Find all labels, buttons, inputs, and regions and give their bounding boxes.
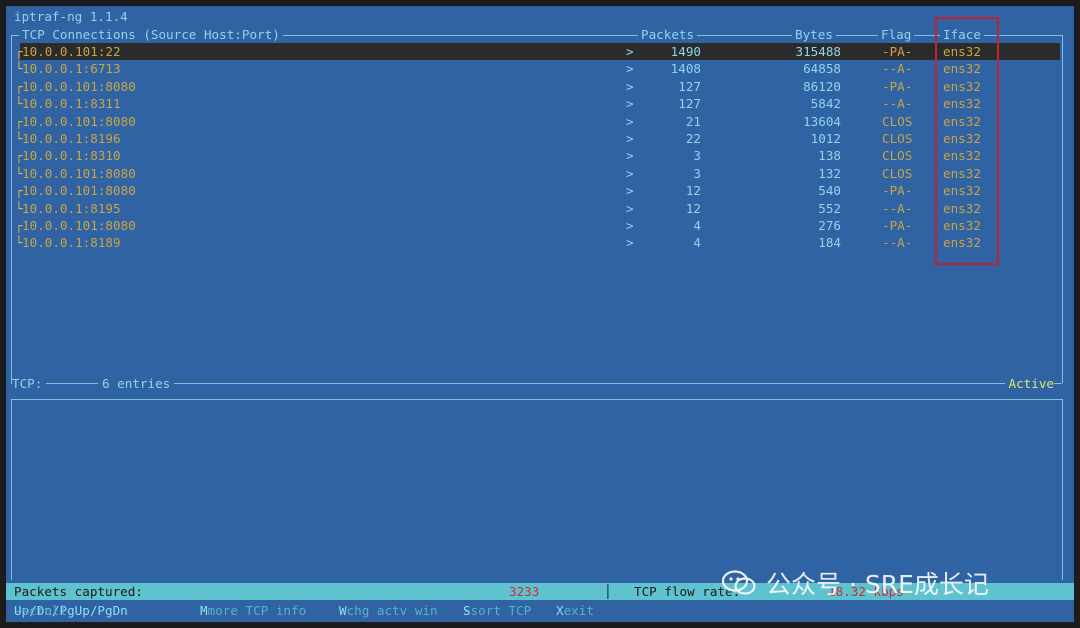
tcp-flag: -PA- — [882, 78, 913, 94]
table-row[interactable]: ┌ 10.0.0.101:8080 >21 13604 CLOS ens32 — [6, 113, 1074, 130]
packets-count: 127 — [678, 96, 701, 112]
packets-count: 4 — [693, 235, 701, 251]
tcp-flag: CLOS — [882, 165, 913, 181]
direction-indicator: > — [626, 113, 634, 129]
tcp-flag: --A- — [882, 200, 913, 216]
key-description: -exit — [556, 603, 594, 618]
tcp-flag: -PA- — [882, 217, 913, 233]
table-row[interactable]: ┌ 10.0.0.101:8080 >127 86120 -PA-ens32 — [6, 78, 1074, 95]
packets-captured-value: 3233 — [509, 584, 540, 599]
header-connections: TCP Connections (Source Host:Port) — [19, 26, 283, 44]
direction-indicator: > — [626, 44, 634, 59]
packets-count: 22 — [685, 130, 701, 146]
host-port: 10.0.0.101:22 — [22, 44, 121, 59]
connection-list: ┌ 10.0.0.101:22 >1490 315488 -PA-ens32 └ 10.0… — [6, 43, 1074, 252]
bytes-count: 13604 — [803, 113, 841, 129]
table-row[interactable]: └ 10.0.0.1:8195 >12 552 --A-ens32 — [6, 200, 1074, 217]
table-row[interactable]: └ 10.0.0.1:6713 >1408 64858 --A-ens32 — [6, 60, 1074, 77]
host-port: 10.0.0.101:8080 — [22, 78, 136, 94]
lower-box-right-border — [1062, 399, 1063, 580]
tcp-flag: CLOS — [882, 113, 913, 129]
iface-highlight-box — [935, 17, 999, 265]
tcp-flag: CLOS — [882, 130, 913, 146]
direction-indicator: > — [626, 78, 634, 94]
tcp-flag: CLOS — [882, 148, 913, 164]
key-description: -sort TCP — [463, 603, 532, 618]
terminal-window: iptraf-ng 1.1.4 TCP Connections (Source … — [6, 6, 1074, 622]
host-port: 10.0.0.1:8195 — [22, 200, 121, 216]
packets-count: 127 — [678, 78, 701, 94]
host-port: 10.0.0.1:8189 — [22, 235, 121, 251]
key-help-bar: Up/Dn/PgUp/PgDn -scroll M -more TCP info W… — [6, 600, 1074, 618]
tcp-flag: -PA- — [882, 44, 913, 59]
tcp-flag: --A- — [882, 235, 913, 251]
host-port: 10.0.0.101:8080 — [22, 165, 136, 181]
host-port: 10.0.0.1:8196 — [22, 130, 121, 146]
direction-indicator: > — [626, 96, 634, 112]
watermark-text: 公众号 · SRE成长记 — [766, 570, 989, 599]
direction-indicator: > — [626, 217, 634, 233]
bytes-count: 5842 — [810, 96, 841, 112]
tcp-flag: -PA- — [882, 183, 913, 199]
screenshot-frame: iptraf-ng 1.1.4 TCP Connections (Source … — [0, 0, 1080, 628]
packets-captured-label: Packets captured: — [14, 584, 143, 599]
bytes-count: 64858 — [803, 61, 841, 77]
bytes-count: 138 — [818, 148, 841, 164]
table-row[interactable]: └ 10.0.0.1:8311 >127 5842 --A-ens32 — [6, 95, 1074, 112]
wechat-icon — [721, 570, 756, 596]
direction-indicator: > — [626, 183, 634, 199]
bytes-count: 540 — [818, 183, 841, 199]
direction-indicator: > — [626, 235, 634, 251]
bytes-count: 86120 — [803, 78, 841, 94]
counter-separator: │ — [604, 584, 612, 599]
table-row[interactable]: ┌ 10.0.0.1:8310 >3 138 CLOS ens32 — [6, 147, 1074, 164]
table-row[interactable]: ┌ 10.0.0.101:22 >1490 315488 -PA-ens32 — [6, 43, 1074, 61]
packets-count: 3 — [693, 148, 701, 164]
host-port: 10.0.0.101:8080 — [22, 113, 136, 129]
direction-indicator: > — [626, 130, 634, 146]
packets-count: 21 — [685, 113, 701, 129]
host-port: 10.0.0.1:8310 — [22, 148, 121, 164]
packets-count: 12 — [685, 200, 701, 216]
table-row[interactable]: ┌ 10.0.0.101:8080 >12 540 -PA-ens32 — [6, 182, 1074, 199]
key-description: -chg actv win — [339, 603, 438, 618]
bytes-count: 315488 — [795, 44, 842, 59]
table-row[interactable]: └ 10.0.0.1:8189 >4 184 --A-ens32 — [6, 234, 1074, 251]
tcp-status-label: TCP: — [12, 375, 47, 393]
tcp-flag: --A- — [882, 61, 913, 77]
packets-count: 12 — [685, 183, 701, 199]
bytes-count: 276 — [818, 217, 841, 233]
bytes-count: 184 — [818, 235, 841, 251]
watermark: 公众号 · SRE成长记 — [721, 565, 989, 601]
direction-indicator: > — [626, 61, 634, 77]
bytes-count: 132 — [818, 165, 841, 181]
host-port: 10.0.0.101:8080 — [22, 183, 136, 199]
packets-count: 4 — [693, 217, 701, 233]
tcp-entry-count: 6 entries — [98, 375, 175, 393]
direction-indicator: > — [626, 148, 634, 164]
header-packets[interactable]: Packets — [638, 26, 698, 44]
bytes-count: 552 — [818, 200, 841, 216]
packets-count: 1490 — [670, 44, 701, 59]
host-port: 10.0.0.101:8080 — [22, 217, 136, 233]
window-active-indicator: Active — [1004, 375, 1054, 393]
bytes-count: 1012 — [810, 130, 841, 146]
table-row[interactable]: ┌ 10.0.0.101:8080 >4 276 -PA-ens32 — [6, 217, 1074, 234]
table-row[interactable]: └ 10.0.0.1:8196 >22 1012 CLOS ens32 — [6, 130, 1074, 147]
tcp-flag: --A- — [882, 96, 913, 112]
direction-indicator: > — [626, 200, 634, 216]
header-flag[interactable]: Flag — [878, 26, 915, 44]
key-description: -scroll — [14, 603, 68, 618]
header-bytes[interactable]: Bytes — [792, 26, 836, 44]
host-port: 10.0.0.1:8311 — [22, 96, 121, 112]
packets-count: 3 — [693, 165, 701, 181]
host-port: 10.0.0.1:6713 — [22, 61, 121, 77]
other-protocols-pane[interactable] — [12, 400, 1062, 580]
table-row[interactable]: └ 10.0.0.101:8080 >3 132 CLOS ens32 — [6, 165, 1074, 182]
direction-indicator: > — [626, 165, 634, 181]
app-title: iptraf-ng 1.1.4 — [14, 9, 128, 24]
packets-count: 1408 — [670, 61, 701, 77]
key-description: -more TCP info — [200, 603, 307, 618]
